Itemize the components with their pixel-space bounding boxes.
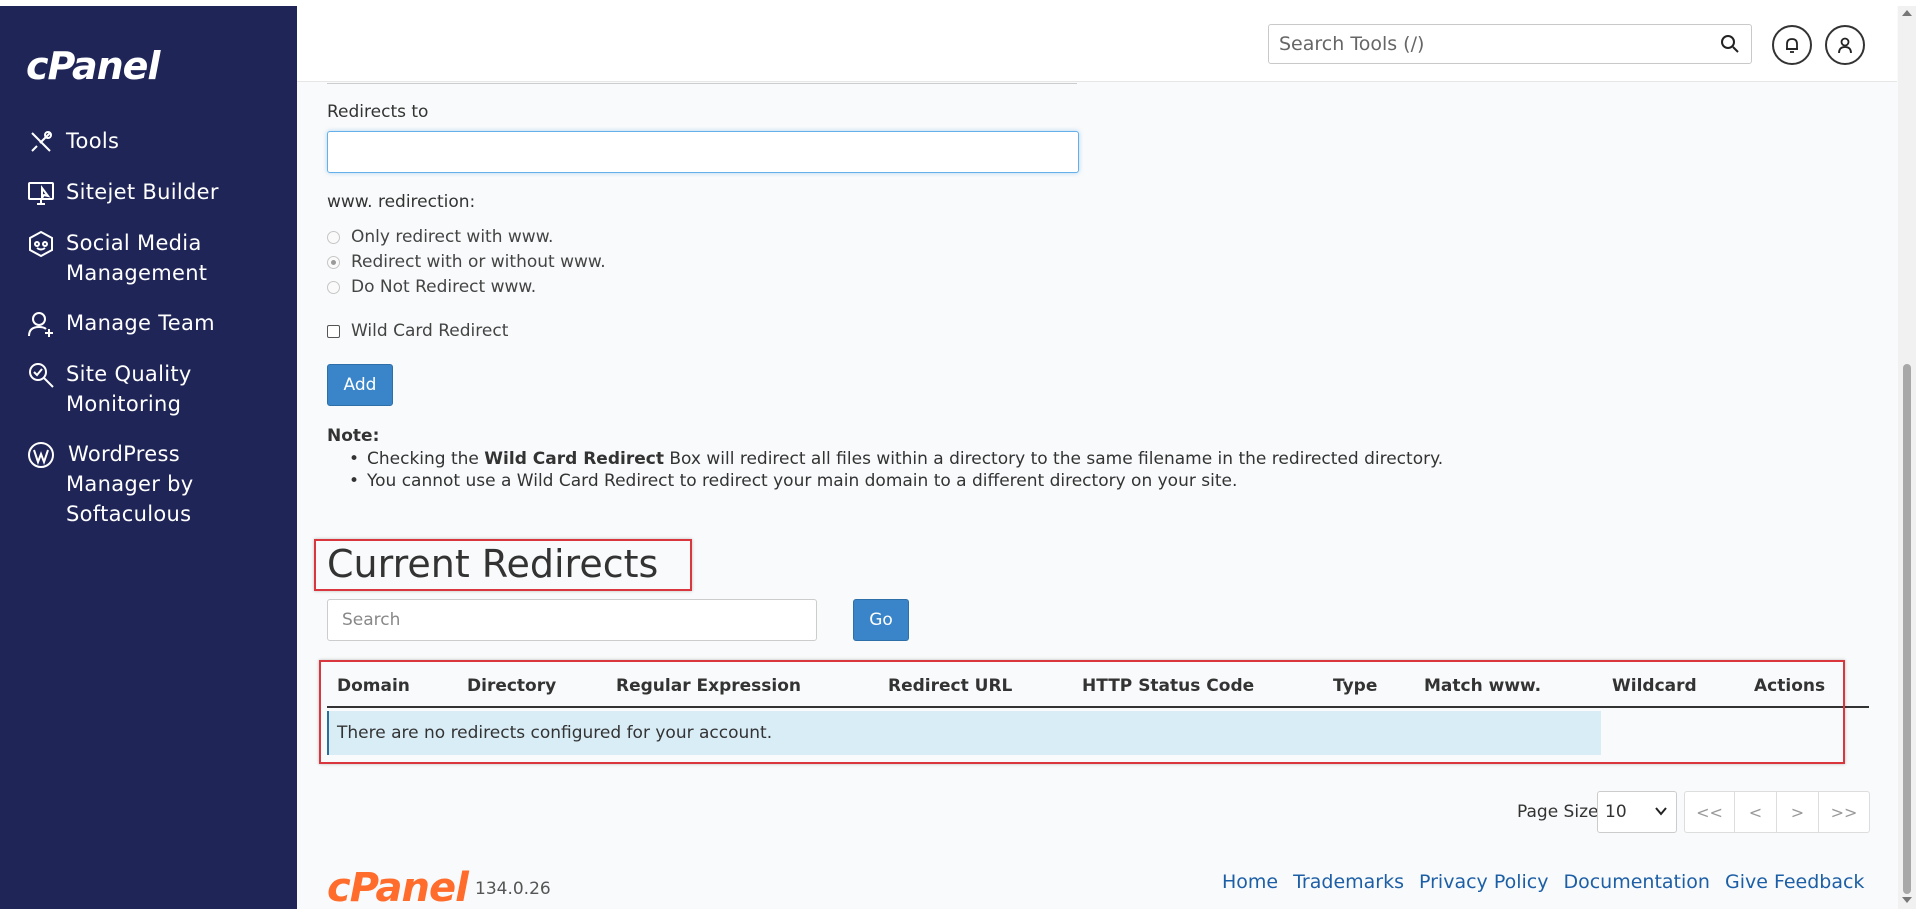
page-size-select[interactable]: 10 [1597, 791, 1677, 833]
sidebar-item-site-quality[interactable]: Site Quality Monitoring [26, 359, 286, 419]
wildcard-label: Wild Card Redirect [351, 321, 509, 341]
user-menu-button[interactable] [1825, 25, 1865, 65]
sidebar-item-label: Site Quality Monitoring [66, 362, 192, 416]
radio-label: Do Not Redirect www. [351, 277, 537, 297]
previous-field-edge [327, 82, 1077, 84]
last-page-button[interactable]: >> [1819, 792, 1869, 832]
redirects-to-input[interactable] [327, 131, 1079, 173]
radio-do-not-redirect-www[interactable] [327, 280, 340, 294]
sidebar-item-sitejet[interactable]: Sitejet Builder [26, 177, 286, 208]
scroll-thumb[interactable] [1903, 364, 1911, 894]
first-page-button[interactable]: << [1685, 792, 1735, 832]
radio-label: Redirect with or without www. [351, 252, 606, 272]
footer-link-feedback[interactable]: Give Feedback [1725, 871, 1864, 893]
sidebar-item-tools[interactable]: Tools [26, 126, 286, 157]
prev-page-button[interactable]: < [1735, 792, 1777, 832]
sidebar-item-label: Manage Team [66, 311, 215, 335]
cpanel-logo[interactable]: cPanel [26, 44, 160, 88]
tools-icon [26, 127, 56, 157]
footer-link-home[interactable]: Home [1222, 871, 1278, 893]
footer-link-privacy[interactable]: Privacy Policy [1419, 871, 1548, 893]
page-size-label: Page Size [1517, 802, 1599, 822]
note-item: Checking the Wild Card Redirect Box will… [347, 448, 1443, 470]
social-icon [26, 229, 56, 259]
sidebar-item-wordpress[interactable]: WordPress Manager by Softaculous [26, 439, 286, 529]
www-option-do-not[interactable]: Do Not Redirect www. [327, 277, 536, 297]
note-item: You cannot use a Wild Card Redirect to r… [347, 470, 1443, 492]
chevron-down-icon [1655, 807, 1667, 816]
version-label: 134.0.26 [475, 879, 551, 899]
sidebar-item-label: Social Media Management [66, 231, 208, 285]
page-scrollbar[interactable] [1898, 6, 1916, 909]
search-icon[interactable] [1719, 33, 1741, 55]
add-button[interactable]: Add [327, 364, 393, 406]
sidebar-item-manage-team[interactable]: Manage Team [26, 308, 286, 339]
main-content: Redirects to www. redirection: Only redi… [297, 82, 1897, 909]
www-option-with-or-without[interactable]: Redirect with or without www. [327, 252, 606, 272]
footer-cpanel-logo[interactable]: cPanel [327, 865, 469, 909]
footer-link-trademarks[interactable]: Trademarks [1293, 871, 1404, 893]
bell-icon [1786, 38, 1798, 53]
redirects-to-label: Redirects to [327, 102, 429, 122]
sidebar-item-label: WordPress Manager by Softaculous [66, 442, 194, 526]
pagination: << < > >> [1684, 791, 1870, 833]
redirects-search-input[interactable] [327, 599, 817, 641]
note-title: Note: [327, 426, 380, 446]
search-tools-box[interactable] [1268, 24, 1752, 64]
search-tools-input[interactable] [1269, 25, 1689, 63]
www-option-only-with[interactable]: Only redirect with www. [327, 227, 553, 247]
highlight-box-table [319, 660, 1845, 764]
sidebar-item-social-media[interactable]: Social Media Management [26, 228, 286, 288]
go-button[interactable]: Go [853, 599, 909, 641]
wordpress-icon [26, 440, 56, 470]
next-page-button[interactable]: > [1777, 792, 1819, 832]
note-list: Checking the Wild Card Redirect Box will… [347, 448, 1443, 492]
radio-with-or-without-www[interactable] [327, 255, 340, 269]
highlight-box-title [314, 539, 692, 591]
notifications-button[interactable] [1772, 25, 1812, 65]
radio-label: Only redirect with www. [351, 227, 554, 247]
sidebar-item-label: Tools [66, 129, 120, 153]
magnifier-check-icon [26, 360, 56, 390]
sidebar-nav: Tools Sitejet Builder Social Media Manag… [26, 126, 286, 549]
sidebar-item-label: Sitejet Builder [66, 180, 219, 204]
user-icon [1838, 37, 1852, 54]
monitor-icon [26, 178, 56, 208]
footer-links: Home Trademarks Privacy Policy Documenta… [1222, 871, 1879, 893]
scroll-down-icon[interactable] [1902, 897, 1912, 903]
sidebar: cPanel Tools Sitejet Builder Social Medi… [0, 6, 297, 909]
top-header [297, 6, 1897, 82]
footer-link-documentation[interactable]: Documentation [1563, 871, 1709, 893]
user-add-icon [26, 309, 56, 339]
scroll-up-icon[interactable] [1902, 10, 1912, 16]
wildcard-checkbox[interactable] [327, 324, 340, 338]
wildcard-option[interactable]: Wild Card Redirect [327, 321, 508, 341]
www-redirection-label: www. redirection: [327, 192, 476, 212]
radio-only-with-www[interactable] [327, 230, 340, 244]
